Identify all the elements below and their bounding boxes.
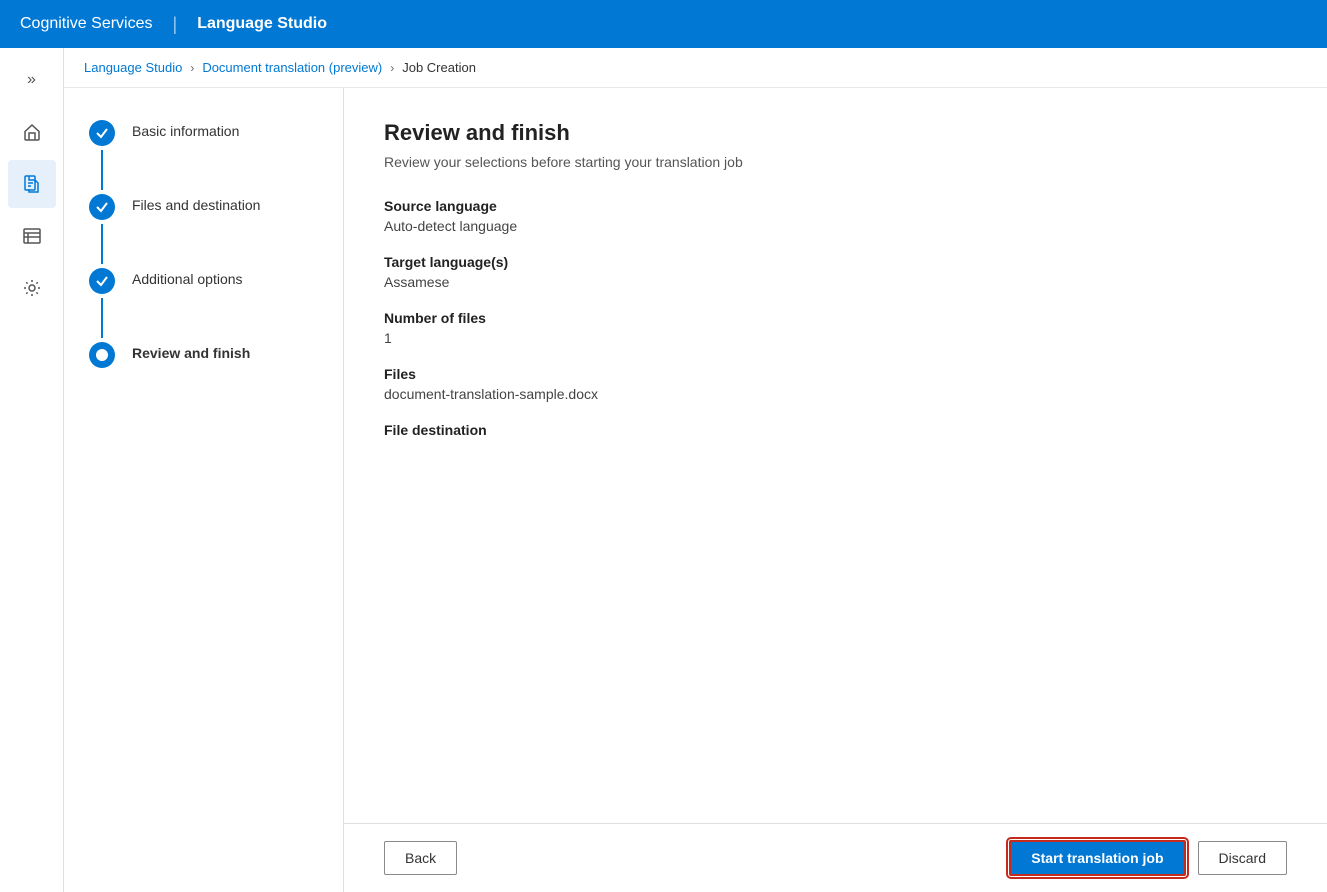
settings-button[interactable] bbox=[8, 264, 56, 312]
breadcrumb-chevron-2: › bbox=[390, 61, 394, 75]
step-label-basic: Basic information bbox=[132, 120, 239, 139]
breadcrumb-language-studio[interactable]: Language Studio bbox=[84, 60, 182, 75]
checkmark-icon-additional bbox=[95, 274, 109, 288]
home-icon bbox=[22, 122, 42, 142]
review-section-target-language: Target language(s) Assamese bbox=[384, 254, 1287, 290]
step-line-3 bbox=[101, 298, 103, 338]
breadcrumb-current: Job Creation bbox=[402, 60, 476, 75]
wizard-step-review: Review and finish bbox=[88, 342, 319, 368]
expand-icon: » bbox=[27, 71, 36, 89]
wizard-step-files: Files and destination bbox=[88, 194, 319, 268]
review-footer: Back Start translation job Discard bbox=[344, 823, 1327, 892]
list-button[interactable] bbox=[8, 212, 56, 260]
wizard-step-basic-information: Basic information bbox=[88, 120, 319, 194]
list-icon bbox=[22, 226, 42, 246]
source-language-label: Source language bbox=[384, 198, 1287, 214]
discard-button[interactable]: Discard bbox=[1198, 841, 1287, 875]
main-area: Language Studio › Document translation (… bbox=[64, 48, 1327, 892]
review-panel: Review and finish Review your selections… bbox=[344, 88, 1327, 892]
review-section-source-language: Source language Auto-detect language bbox=[384, 198, 1287, 234]
home-button[interactable] bbox=[8, 108, 56, 156]
review-title: Review and finish bbox=[384, 120, 1287, 146]
breadcrumb-document-translation[interactable]: Document translation (preview) bbox=[202, 60, 382, 75]
step-label-review: Review and finish bbox=[132, 342, 250, 361]
target-language-label: Target language(s) bbox=[384, 254, 1287, 270]
review-section-file-destination: File destination bbox=[384, 422, 1287, 438]
main-layout: » bbox=[0, 48, 1327, 892]
review-subtitle: Review your selections before starting y… bbox=[384, 154, 1287, 170]
file-destination-label: File destination bbox=[384, 422, 1287, 438]
wizard-panel: Basic information Files and destination bbox=[64, 88, 344, 892]
breadcrumb-chevron-1: › bbox=[190, 61, 194, 75]
header-divider: | bbox=[173, 14, 178, 35]
breadcrumb: Language Studio › Document translation (… bbox=[64, 48, 1327, 88]
step-circle-additional bbox=[89, 268, 115, 294]
files-label: Files bbox=[384, 366, 1287, 382]
document-button[interactable] bbox=[8, 160, 56, 208]
brand-label: Cognitive Services bbox=[20, 15, 153, 33]
wizard-step-additional: Additional options bbox=[88, 268, 319, 342]
review-section-num-files: Number of files 1 bbox=[384, 310, 1287, 346]
top-header: Cognitive Services | Language Studio bbox=[0, 0, 1327, 48]
step-circle-basic bbox=[89, 120, 115, 146]
step-line-2 bbox=[101, 224, 103, 264]
settings-icon bbox=[22, 278, 42, 298]
num-files-value: 1 bbox=[384, 330, 1287, 346]
expand-button[interactable]: » bbox=[8, 56, 56, 104]
step-circle-files bbox=[89, 194, 115, 220]
checkmark-icon-basic bbox=[95, 126, 109, 140]
document-icon bbox=[22, 174, 42, 194]
back-button[interactable]: Back bbox=[384, 841, 457, 875]
start-translation-button[interactable]: Start translation job bbox=[1009, 840, 1185, 876]
target-language-value: Assamese bbox=[384, 274, 1287, 290]
source-language-value: Auto-detect language bbox=[384, 218, 1287, 234]
checkmark-icon-files bbox=[95, 200, 109, 214]
step-label-files: Files and destination bbox=[132, 194, 260, 213]
review-section-files: Files document-translation-sample.docx bbox=[384, 366, 1287, 402]
sidebar: » bbox=[0, 48, 64, 892]
review-content: Review and finish Review your selections… bbox=[344, 88, 1327, 823]
app-title: Language Studio bbox=[197, 15, 327, 33]
files-value: document-translation-sample.docx bbox=[384, 386, 1287, 402]
num-files-label: Number of files bbox=[384, 310, 1287, 326]
content-area: Basic information Files and destination bbox=[64, 88, 1327, 892]
step-circle-review bbox=[89, 342, 115, 368]
step-line-1 bbox=[101, 150, 103, 190]
step-label-additional: Additional options bbox=[132, 268, 243, 287]
active-dot bbox=[96, 349, 108, 361]
